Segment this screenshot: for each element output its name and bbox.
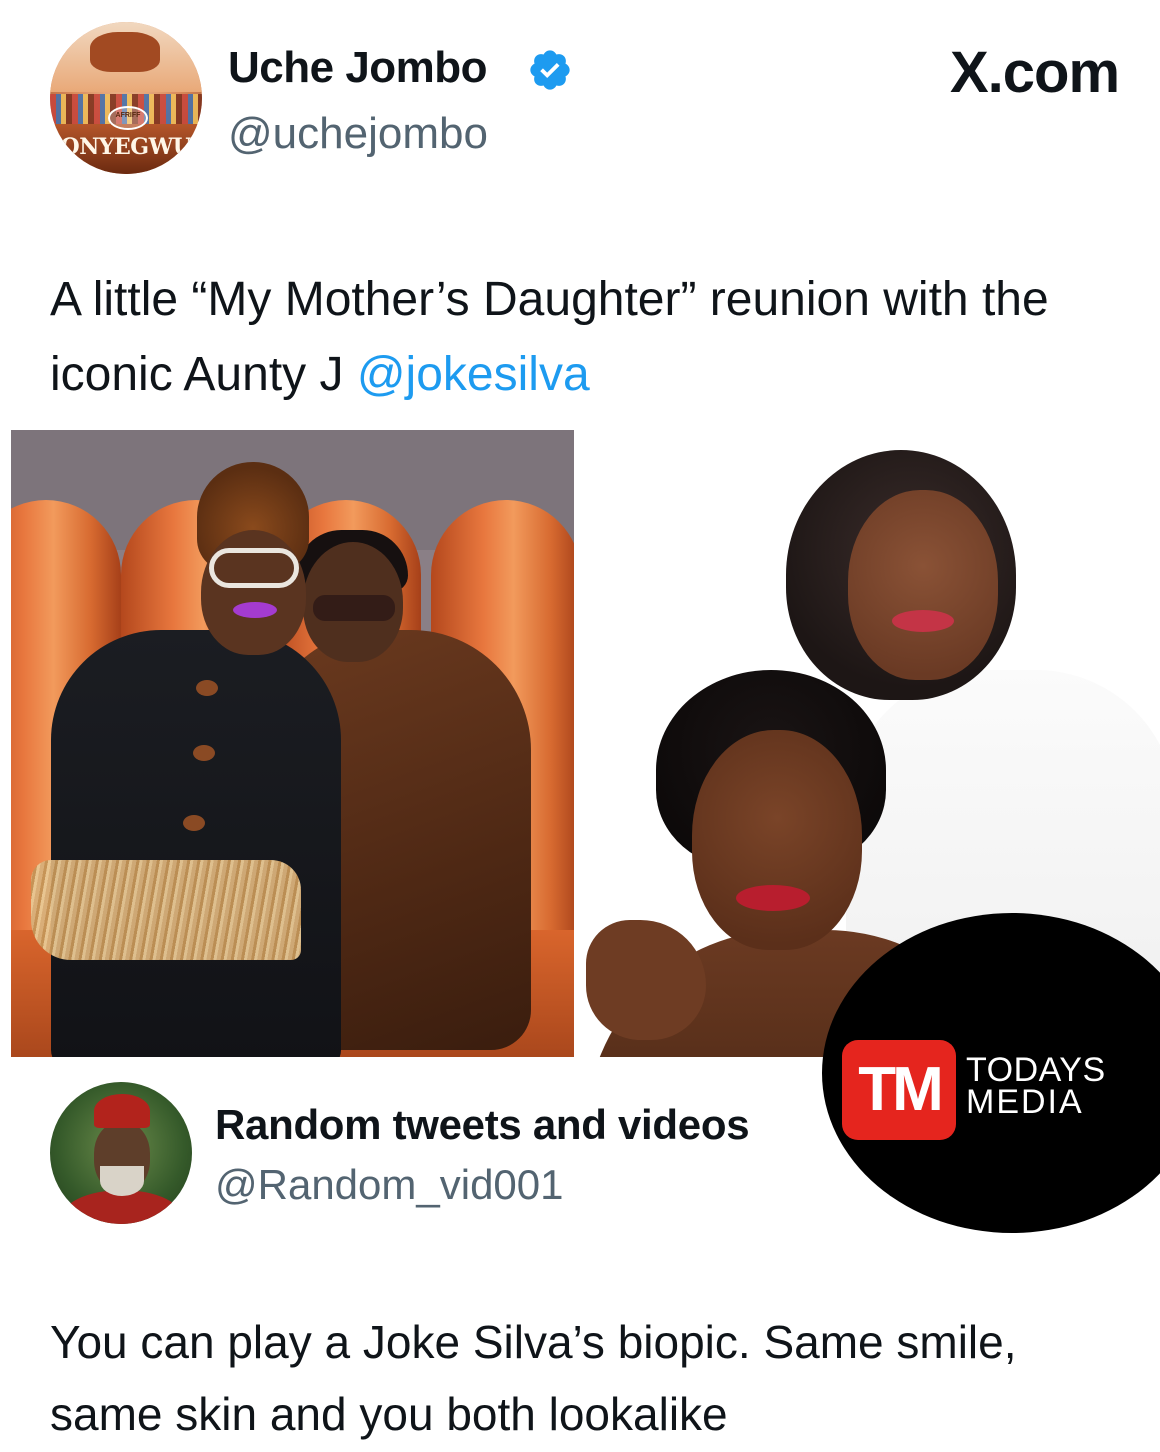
- mention-link[interactable]: @jokesilva: [357, 348, 590, 401]
- tweet-text: A little “My Mother’s Daughter” reunion …: [50, 262, 1130, 412]
- person-hand: [586, 920, 706, 1040]
- author-avatar[interactable]: AFRIFF ONYEGWU: [50, 22, 202, 174]
- author-handle[interactable]: @uchejombo: [228, 106, 488, 162]
- reply-author-avatar[interactable]: [50, 1082, 192, 1224]
- verified-badge-icon: [530, 50, 570, 90]
- red-lips: [892, 610, 954, 632]
- person-black-outfit: [51, 630, 341, 1057]
- white-glasses: [209, 548, 299, 588]
- avatar-poster-fists: [90, 32, 160, 72]
- purple-lips: [233, 602, 277, 618]
- sunglasses: [313, 595, 395, 621]
- avatar-award-laurel: AFRIFF: [108, 106, 148, 130]
- person-face: [692, 730, 862, 950]
- tm-logo-text: TM: [858, 1055, 944, 1124]
- reply-text: You can play a Joke Silva’s biopic. Same…: [50, 1316, 1017, 1440]
- person-face: [848, 490, 998, 680]
- avatar-poster-title: ONYEGWU: [60, 134, 192, 160]
- raffia-fringe: [31, 860, 301, 960]
- x-logo-label: X.com: [950, 40, 1120, 105]
- watermark-line2: MEDIA: [966, 1083, 1084, 1121]
- author-name[interactable]: Uche Jombo: [228, 40, 488, 96]
- reply-author-handle[interactable]: @Random_vid001: [215, 1158, 564, 1212]
- red-lips: [736, 885, 810, 911]
- avatar-beard: [100, 1166, 144, 1196]
- reply-author-name[interactable]: Random tweets and videos: [215, 1098, 750, 1152]
- tweet-photo-left[interactable]: [11, 430, 574, 1057]
- avatar-cap: [94, 1094, 150, 1128]
